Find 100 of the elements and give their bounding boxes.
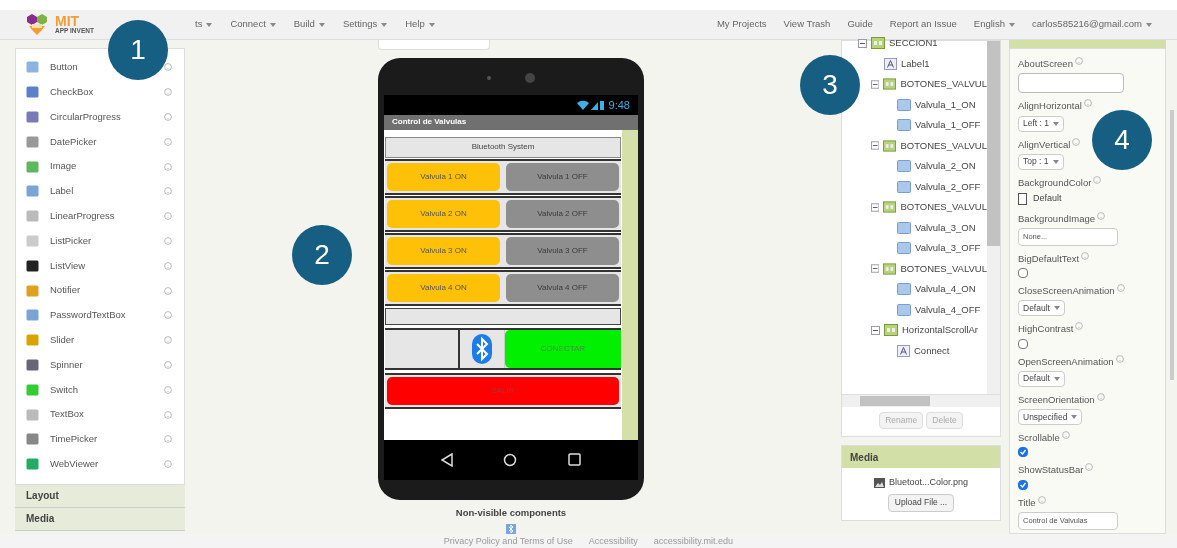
tree-item[interactable]: Label1 — [901, 56, 930, 71]
checkbox[interactable] — [1018, 338, 1028, 349]
nav-link[interactable]: Report an Issue — [889, 17, 957, 32]
help-icon[interactable] — [1081, 251, 1090, 260]
palette-item[interactable]: CircularProgress — [50, 109, 121, 125]
tree-item[interactable]: Valvula_4_OFF — [915, 302, 981, 317]
help-icon[interactable] — [164, 88, 172, 97]
tree-item[interactable]: Valvula_3_OFF — [915, 241, 981, 256]
help-icon[interactable] — [1115, 354, 1124, 363]
help-icon[interactable] — [164, 410, 172, 419]
checkbox[interactable] — [1018, 268, 1028, 278]
help-icon[interactable] — [164, 113, 172, 121]
menu-item[interactable]: Help — [405, 17, 435, 32]
help-icon[interactable] — [164, 63, 172, 72]
help-icon[interactable] — [164, 212, 172, 221]
help-icon[interactable] — [1083, 99, 1092, 108]
palette-item[interactable]: TextBox — [50, 407, 84, 422]
nav-link[interactable]: English — [973, 17, 1015, 32]
nav-link[interactable]: View Trash — [783, 17, 831, 32]
help-icon[interactable] — [1097, 211, 1106, 220]
home-icon[interactable] — [503, 452, 518, 467]
palette-item[interactable]: TimePicker — [50, 432, 98, 447]
menu-item[interactable]: Build — [293, 17, 325, 32]
back-icon[interactable] — [441, 452, 454, 467]
valve-on-button[interactable]: Valvula 1 ON — [387, 162, 500, 191]
recents-icon[interactable] — [567, 453, 581, 467]
palette-item[interactable]: LinearProgress — [50, 209, 115, 224]
tree-item[interactable]: Valvula_1_ON — [915, 97, 976, 112]
checkbox[interactable] — [1018, 479, 1028, 490]
palette-item[interactable]: DatePicker — [50, 134, 97, 149]
palette-item[interactable]: Button — [50, 60, 78, 75]
dropdown[interactable]: Default — [1018, 370, 1065, 387]
palette-item[interactable]: Label — [50, 184, 74, 199]
help-icon[interactable] — [164, 460, 172, 469]
help-icon[interactable] — [1085, 463, 1094, 472]
valve-off-button[interactable]: Valvula 1 OFF — [506, 162, 619, 191]
dropdown[interactable]: Default — [1018, 300, 1065, 317]
palette-item[interactable]: ListView — [50, 258, 86, 273]
menu-item[interactable]: Settings — [342, 17, 388, 32]
valve-on-button[interactable]: Valvula 3 ON — [387, 236, 500, 265]
collapse-icon[interactable] — [871, 325, 880, 335]
help-icon[interactable] — [1072, 137, 1081, 146]
collapse-icon[interactable] — [871, 202, 880, 212]
palette-item[interactable]: CheckBox — [50, 85, 94, 100]
help-icon[interactable] — [164, 336, 172, 345]
palette-item[interactable]: ListPicker — [50, 233, 92, 249]
help-icon[interactable] — [164, 360, 172, 369]
help-icon[interactable] — [1096, 392, 1105, 401]
color-swatch[interactable] — [1018, 192, 1027, 205]
properties-header[interactable] — [1009, 40, 1166, 48]
valve-off-button[interactable]: Valvula 4 OFF — [506, 273, 619, 302]
checkbox[interactable] — [1018, 447, 1028, 458]
menu-item[interactable]: ts — [195, 17, 213, 32]
palette-item[interactable]: Spinner — [50, 357, 83, 373]
help-icon[interactable] — [164, 187, 172, 196]
text-area[interactable] — [1018, 73, 1124, 94]
tree-item[interactable]: Valvula_3_ON — [915, 220, 976, 235]
valve-off-button[interactable]: Valvula 3 OFF — [506, 236, 619, 265]
help-icon[interactable] — [164, 162, 172, 171]
help-icon[interactable] — [164, 137, 172, 146]
help-icon[interactable] — [1074, 57, 1083, 65]
help-icon[interactable] — [164, 236, 172, 245]
palette-item[interactable]: Notifier — [50, 283, 81, 298]
collapse-icon[interactable] — [871, 141, 880, 151]
dropdown[interactable]: Left : 1 — [1018, 115, 1064, 132]
page-scrollbar[interactable] — [1169, 110, 1174, 380]
tree-item[interactable]: BOTONES_VALVUL — [900, 200, 987, 215]
bluetooth-icon[interactable] — [472, 333, 492, 364]
help-icon[interactable] — [164, 261, 172, 270]
help-icon[interactable] — [164, 435, 172, 444]
dropdown[interactable]: Unspecified — [1018, 409, 1083, 425]
horizontal-scrollbar[interactable] — [841, 395, 1001, 407]
screen-selector[interactable] — [378, 40, 490, 50]
tree-item[interactable]: BOTONES_VALVUL — [900, 77, 987, 92]
help-icon[interactable] — [1116, 284, 1125, 292]
nav-link[interactable]: My Projects — [716, 17, 767, 32]
palette-item[interactable]: Image — [50, 159, 77, 174]
palette-item[interactable]: WebViewer — [50, 457, 99, 472]
help-icon[interactable] — [1093, 175, 1102, 184]
collapse-icon[interactable] — [871, 79, 880, 89]
valve-on-button[interactable]: Valvula 2 ON — [387, 199, 500, 228]
upload-button[interactable]: Upload File ... — [887, 493, 955, 512]
vertical-scrollbar[interactable] — [987, 41, 1000, 394]
help-icon[interactable] — [164, 311, 172, 320]
help-icon[interactable] — [164, 385, 172, 394]
tree-item[interactable]: Valvula_2_ON — [915, 159, 976, 174]
tree-item[interactable]: BOTONES_VALVUL — [900, 138, 987, 153]
nav-link[interactable]: carlos585216@gmail.com — [1032, 17, 1152, 32]
tree-item[interactable]: BOTONES_VALVUL — [900, 261, 987, 276]
media-file[interactable]: Bluetoot...Color.png — [888, 476, 969, 490]
palette-section[interactable]: Media — [15, 507, 185, 531]
help-icon[interactable] — [1075, 322, 1084, 331]
palette-item[interactable]: Switch — [50, 382, 78, 397]
valve-off-button[interactable]: Valvula 2 OFF — [506, 199, 619, 228]
tree-item[interactable]: Valvula_2_OFF — [915, 179, 981, 194]
dropdown[interactable]: Top : 1 — [1018, 153, 1064, 170]
tree-item[interactable]: Valvula_1_OFF — [915, 118, 981, 133]
collapse-icon[interactable] — [858, 38, 867, 48]
palette-item[interactable]: PasswordTextBox — [50, 308, 126, 323]
tree-item[interactable]: HorizontalScrollAr — [902, 323, 979, 338]
